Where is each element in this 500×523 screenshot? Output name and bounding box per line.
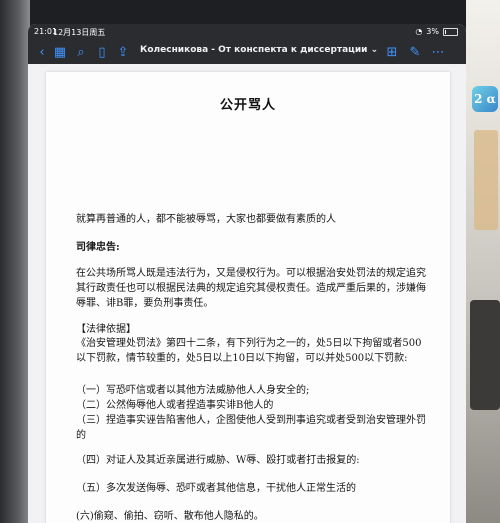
warning-text: 在公共场所骂人既是违法行为，又是侵权行为。可以根据治安处罚法的规定追究其行政责任… — [76, 268, 426, 309]
desk-right — [466, 0, 500, 523]
legal-item-6: (六)偷窥、偷拍、窃听、散布他人隐私的。 — [76, 511, 264, 522]
legal-item-5: （五）多次发送侮辱、恐吓或者其他信息，干扰他人正常生活的 — [76, 483, 356, 494]
intro-text: 就算再普通的人，都不能被辱骂，大家也都要做有素质的人 — [76, 214, 336, 225]
warning-heading: 司律忠告: — [76, 242, 120, 253]
share-icon[interactable]: ⇪ — [114, 43, 132, 61]
legal-item-3: （三）捏造事实诬告陷害他人，企图使他人受到刑事追究或者受到治安管理外罚的 — [76, 415, 426, 441]
search-icon[interactable]: ⌕ — [72, 43, 90, 61]
document-title[interactable]: Колесникова - От конспекта к диссертации… — [140, 45, 378, 55]
background-dark-object — [470, 300, 500, 410]
legal-item-1: （一）写恐吓信或者以其他方法威胁他人人身安全的; — [76, 385, 310, 396]
background-app-icon-text: 2 α — [474, 92, 496, 106]
legal-text: 《治安管理处罚法》第四十二条，有下列行为之一的，处5日以下拘留或者500以下罚款… — [76, 338, 422, 364]
battery-percent: 3% — [426, 27, 439, 36]
title-chevron-down-icon: ⌄ — [370, 45, 379, 55]
chevron-left-icon[interactable]: ‹ — [33, 43, 51, 61]
annotate-icon[interactable]: ✎ — [406, 43, 424, 61]
status-indicators: ◔ 3% — [415, 27, 458, 36]
desk-left — [0, 0, 30, 523]
page-title: 公开骂人 — [219, 98, 276, 113]
status-date: 12月13日周五 — [53, 28, 106, 37]
wifi-icon: ◔ — [415, 27, 423, 36]
document-page: 公开骂人 就算再普通的人，都不能被辱骂，大家也都要做有素质的人 司律忠告: 在公… — [46, 72, 450, 523]
bookmark-icon[interactable]: ▯ — [93, 43, 111, 61]
legal-basis-heading: 【法律依据】 — [76, 324, 136, 335]
document-title-text: Колесникова - От конспекта к диссертации — [140, 45, 368, 55]
background-app-icon: 2 α — [472, 86, 498, 112]
background-object — [474, 130, 498, 230]
tablet-screen: 21:01 12月13日周五 ◔ 3% ‹ ▦ ⌕ ▯ ⇪ Колесников… — [28, 24, 466, 523]
battery-icon — [443, 27, 458, 36]
add-page-icon[interactable]: ⊞ — [383, 43, 401, 61]
legal-item-4: （四）对证人及其近亲属进行威胁、W辱、殴打或者打击报复的: — [76, 455, 360, 466]
grid-icon[interactable]: ▦ — [51, 43, 69, 61]
more-icon[interactable]: ⋯ — [429, 43, 447, 61]
legal-item-2: （二）公然侮辱他人或者捏造事实诽B他人的 — [76, 400, 274, 411]
toolbar: ‹ ▦ ⌕ ▯ ⇪ Колесникова - От конспекта к д… — [28, 40, 466, 64]
status-bar: 21:01 12月13日周五 ◔ 3% — [28, 24, 466, 40]
